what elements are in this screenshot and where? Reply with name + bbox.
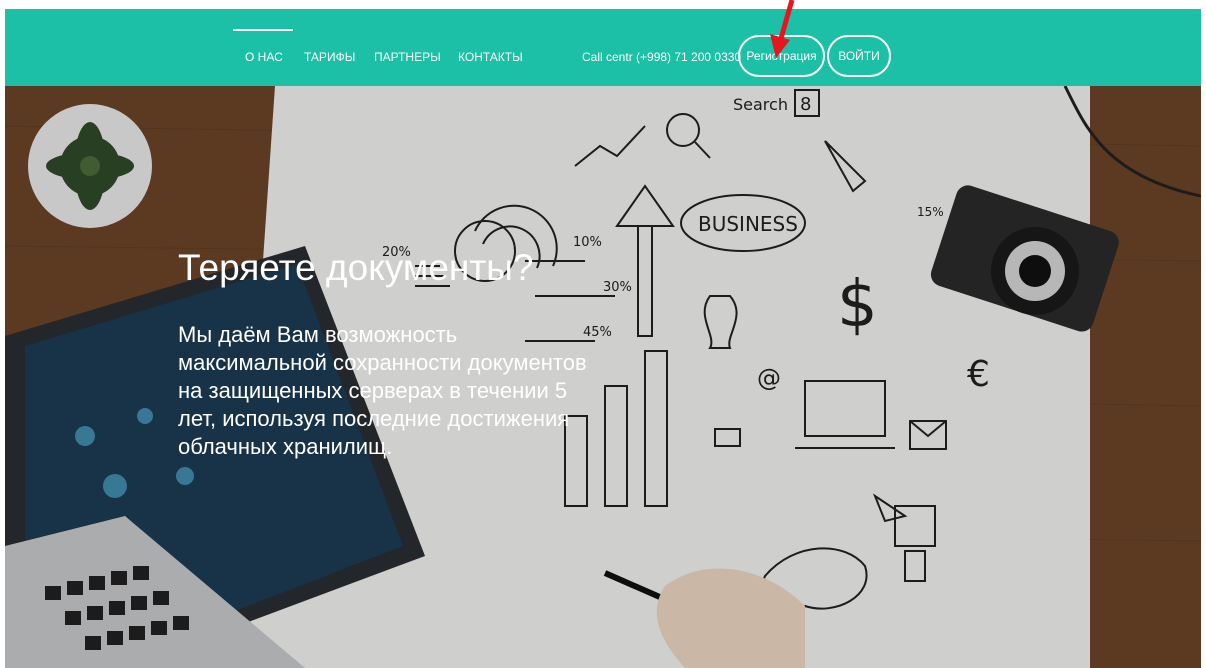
login-button[interactable]: ВОЙТИ	[827, 35, 891, 77]
nav-link-tariffs[interactable]: ТАРИФЫ	[304, 50, 355, 64]
nav-link-about[interactable]: О НАС	[245, 50, 283, 64]
hero-title: Теряете документы?	[178, 247, 534, 288]
hero-description: Мы даём Вам возможность максимальной сох…	[178, 322, 587, 459]
annotation-arrow-icon	[770, 0, 795, 58]
nav-link-partners[interactable]: ПАРТНЕРЫ	[374, 50, 441, 64]
active-nav-indicator	[233, 29, 293, 31]
top-navbar: О НАС ТАРИФЫ ПАРТНЕРЫ КОНТАКТЫ Call cent…	[5, 9, 1201, 86]
hero-section: Search 8 BUSINESS 20% 10% 30% 45% 15% $ …	[5, 86, 1201, 668]
nav-link-contacts[interactable]: КОНТАКТЫ	[458, 50, 523, 64]
call-centre-phone: Call centr (+998) 71 200 0330	[582, 50, 742, 64]
